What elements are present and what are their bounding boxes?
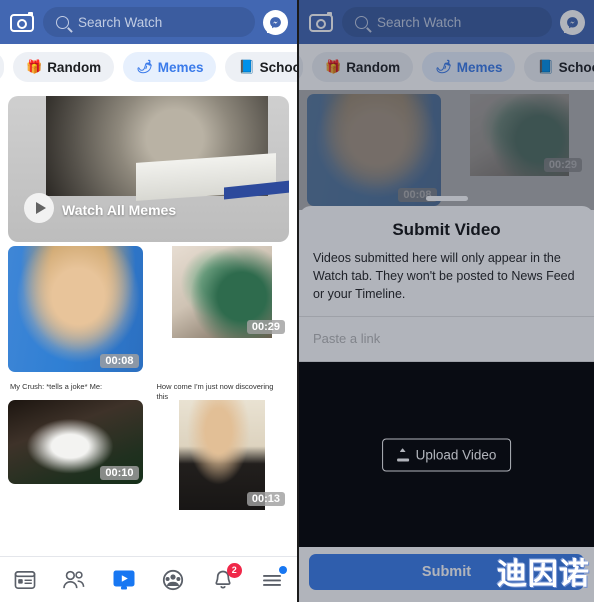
- chip-label: Memes: [456, 59, 503, 75]
- watch-all-memes-card[interactable]: Watch All Memes: [8, 96, 289, 242]
- video-preview-area[interactable]: Upload Video: [299, 362, 594, 547]
- right-screen: Search Watch 🎁 Random 🌶 Memes 📘 Scho Sub…: [297, 0, 594, 602]
- video-caption: My Crush: *tells a joke* Me:: [10, 382, 103, 391]
- nav-watch[interactable]: [107, 565, 141, 595]
- chip-partial-left[interactable]: [0, 52, 4, 82]
- messenger-icon[interactable]: [263, 9, 288, 35]
- chip-memes[interactable]: 🌶 Memes: [422, 52, 516, 82]
- chip-school[interactable]: 📘 School: [524, 52, 594, 82]
- paste-link-input[interactable]: Paste a link: [299, 316, 594, 363]
- search-placeholder: Search Watch: [377, 14, 462, 30]
- messenger-bolt-icon: [270, 16, 281, 28]
- chili-icon: 🌶: [136, 59, 153, 74]
- nav-notifications[interactable]: 2: [206, 562, 242, 595]
- video-caption: How come I'm just now discovering this: [156, 382, 274, 400]
- news-feed-icon: [14, 570, 36, 589]
- scrim-overlay: [299, 90, 594, 210]
- top-bar: Search Watch: [299, 0, 594, 44]
- camera-icon[interactable]: [308, 11, 334, 33]
- search-input[interactable]: Search Watch: [342, 7, 552, 37]
- chip-random[interactable]: 🎁 Random: [13, 52, 115, 82]
- submit-video-dialog: Submit Video Videos submitted here will …: [299, 206, 594, 602]
- groups-icon: [163, 569, 184, 590]
- nav-friends[interactable]: [57, 565, 91, 595]
- book-icon: 📘: [238, 59, 255, 74]
- gift-icon: 🎁: [325, 59, 342, 74]
- hero-label: Watch All Memes: [62, 202, 177, 218]
- video-card[interactable]: How come I'm just now discovering this 0…: [149, 380, 290, 510]
- watch-icon: [113, 570, 135, 589]
- dialog-description: Videos submitted here will only appear i…: [313, 251, 575, 301]
- chip-memes[interactable]: 🌶 Memes: [123, 52, 217, 82]
- bottom-navigation[interactable]: 2: [0, 556, 297, 602]
- chip-school[interactable]: 📘 School: [225, 52, 297, 82]
- video-duration: 00:13: [246, 492, 285, 506]
- video-card[interactable]: My Crush: *tells a joke* Me: 00:10: [8, 380, 149, 510]
- search-icon: [56, 15, 69, 29]
- video-grid: 00:08 00:29 My Crush: *tells a joke* Me:…: [0, 242, 297, 510]
- chili-icon: 🌶: [435, 59, 452, 74]
- search-icon: [355, 15, 368, 29]
- search-placeholder: Search Watch: [78, 14, 163, 30]
- top-bar: Search Watch: [0, 0, 297, 44]
- hero-video-preview: [46, 96, 289, 201]
- book-icon: 📘: [537, 59, 554, 74]
- upload-icon: [396, 448, 409, 462]
- video-duration: 00:29: [246, 320, 285, 334]
- chip-random[interactable]: 🎁 Random: [312, 52, 414, 82]
- upload-video-label: Upload Video: [415, 447, 497, 463]
- play-icon[interactable]: [24, 193, 54, 223]
- search-input[interactable]: Search Watch: [43, 7, 255, 37]
- nav-groups[interactable]: [156, 565, 190, 595]
- messenger-bolt-icon: [567, 16, 578, 28]
- left-screen: Search Watch 🎁 Random 🌶 Memes 📘 Schoo Wa…: [0, 0, 297, 602]
- chip-label: Random: [346, 59, 401, 75]
- video-thumbnail[interactable]: 00:13: [155, 400, 290, 510]
- video-card[interactable]: 00:29: [149, 246, 290, 372]
- video-card[interactable]: 00:08: [8, 246, 149, 372]
- chip-label: School: [259, 59, 297, 75]
- friends-icon: [63, 570, 85, 588]
- category-chip-row[interactable]: 🎁 Random 🌶 Memes 📘 School: [299, 44, 594, 90]
- sheet-drag-handle[interactable]: [425, 196, 468, 201]
- menu-dot-badge: [279, 565, 288, 574]
- nav-news-feed[interactable]: [8, 565, 42, 595]
- dialog-title: Submit Video: [392, 220, 501, 239]
- video-duration: 00:08: [100, 354, 139, 368]
- gift-icon: 🎁: [26, 59, 43, 74]
- video-thumbnail[interactable]: 00:10: [8, 400, 143, 484]
- chip-partial-left[interactable]: [299, 52, 303, 82]
- messenger-icon[interactable]: [560, 9, 585, 35]
- chip-label: School: [558, 59, 594, 75]
- category-chip-row[interactable]: 🎁 Random 🌶 Memes 📘 School: [0, 44, 297, 90]
- video-thumbnail[interactable]: 00:29: [155, 246, 290, 338]
- chip-label: Random: [47, 59, 102, 75]
- video-thumbnail[interactable]: 00:08: [8, 246, 143, 372]
- upload-video-button[interactable]: Upload Video: [381, 438, 512, 472]
- nav-menu[interactable]: [255, 565, 289, 595]
- notification-badge: 2: [226, 562, 242, 578]
- watch-feed[interactable]: Watch All Memes 00:08 00:29 My Crush: *t…: [0, 90, 297, 602]
- paste-link-placeholder: Paste a link: [313, 331, 381, 347]
- dual-screenshot: Search Watch 🎁 Random 🌶 Memes 📘 Schoo Wa…: [0, 0, 594, 602]
- watermark: 迪因诺: [497, 557, 590, 592]
- camera-icon[interactable]: [9, 11, 35, 33]
- video-duration: 00:10: [100, 466, 139, 480]
- chip-label: Memes: [157, 59, 204, 75]
